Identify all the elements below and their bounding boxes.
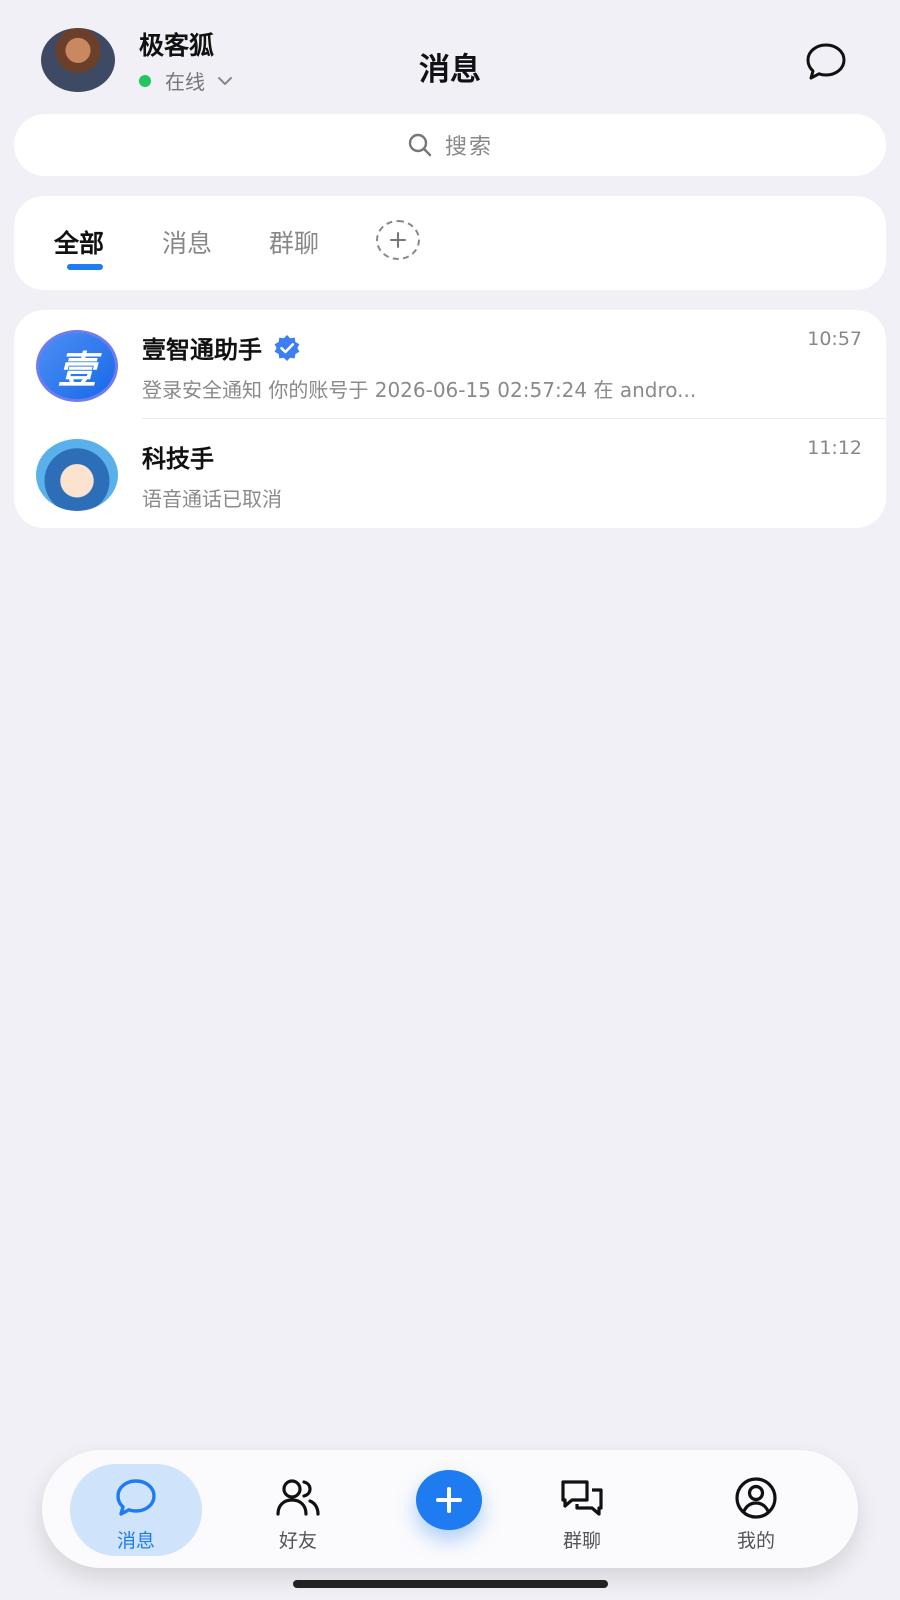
chat-preview: 登录安全通知 你的账号于 2026-06-15 02:57:24 在 andro… [142, 378, 697, 402]
group-chat-icon [561, 1480, 603, 1516]
messages-page: 极客狐 在线 消息 搜索 全部 消息 群聊 壹 壹智通助手 登录安全通知 你的账… [0, 0, 900, 1600]
page-title: 消息 [419, 52, 481, 88]
filter-tabs: 全部 消息 群聊 [14, 196, 886, 290]
tab-messages[interactable]: 消息 [162, 224, 212, 260]
active-tab-indicator [67, 264, 103, 270]
list-item[interactable]: 壹 壹智通助手 登录安全通知 你的账号于 2026-06-15 02:57:24… [14, 310, 886, 419]
add-tab-button[interactable] [376, 220, 420, 260]
nav-item-messages[interactable]: 消息 [70, 1450, 202, 1568]
chat-time: 11:12 [807, 437, 862, 459]
avatar: 壹 [36, 330, 118, 402]
online-status-dot [139, 74, 151, 87]
chat-list: 壹 壹智通助手 登录安全通知 你的账号于 2026-06-15 02:57:24… [14, 310, 886, 528]
chat-name-text: 壹智通助手 [142, 336, 262, 364]
nav-label: 好友 [278, 1530, 317, 1552]
nav-icon-wrapper [114, 1476, 158, 1520]
avatar [36, 439, 118, 511]
bottom-nav: 消息 好友 群聊 我的 [42, 1450, 858, 1568]
nav-label: 我的 [736, 1530, 775, 1552]
users-icon [276, 1479, 320, 1516]
search-placeholder: 搜索 [444, 135, 493, 160]
nav-label: 群聊 [562, 1530, 601, 1552]
chat-bubble-icon [806, 43, 846, 80]
nav-item-groups[interactable]: 群聊 [532, 1450, 632, 1568]
home-indicator[interactable] [293, 1580, 608, 1588]
plus-icon [436, 1487, 462, 1513]
add-button[interactable] [416, 1470, 482, 1530]
status-text: 在线 [165, 70, 205, 94]
user-name: 极客狐 [139, 31, 215, 60]
chat-name-text: 科技手 [142, 445, 214, 473]
avatar-glyph: 壹 [57, 347, 96, 392]
tab-groups[interactable]: 群聊 [269, 224, 319, 260]
chat-name: 壹智通助手 [142, 330, 302, 365]
search-bar[interactable]: 搜索 [14, 114, 886, 176]
tab-all[interactable]: 全部 [54, 224, 104, 260]
nav-item-friends[interactable]: 好友 [248, 1450, 348, 1568]
chat-preview: 语音通话已取消 [142, 487, 282, 511]
status-selector[interactable]: 在线 [139, 66, 235, 95]
nav-item-mine[interactable]: 我的 [706, 1450, 806, 1568]
chat-bubble-icon [116, 1479, 156, 1516]
list-item[interactable]: 科技手 语音通话已取消 11:12 [14, 419, 886, 528]
compose-message-button[interactable] [802, 38, 850, 86]
user-circle-icon [735, 1477, 777, 1519]
nav-icon-wrapper [559, 1476, 605, 1520]
verified-badge-icon [274, 334, 300, 361]
search-icon [408, 133, 432, 157]
chat-name: 科技手 [142, 439, 214, 474]
nav-label: 消息 [116, 1530, 155, 1552]
avatar[interactable] [41, 28, 115, 92]
nav-icon-wrapper [734, 1476, 778, 1520]
header: 极客狐 在线 消息 [0, 0, 900, 112]
chevron-down-icon [218, 76, 232, 85]
nav-icon-wrapper [275, 1476, 321, 1520]
chat-time: 10:57 [807, 328, 862, 350]
plus-icon [390, 232, 406, 248]
